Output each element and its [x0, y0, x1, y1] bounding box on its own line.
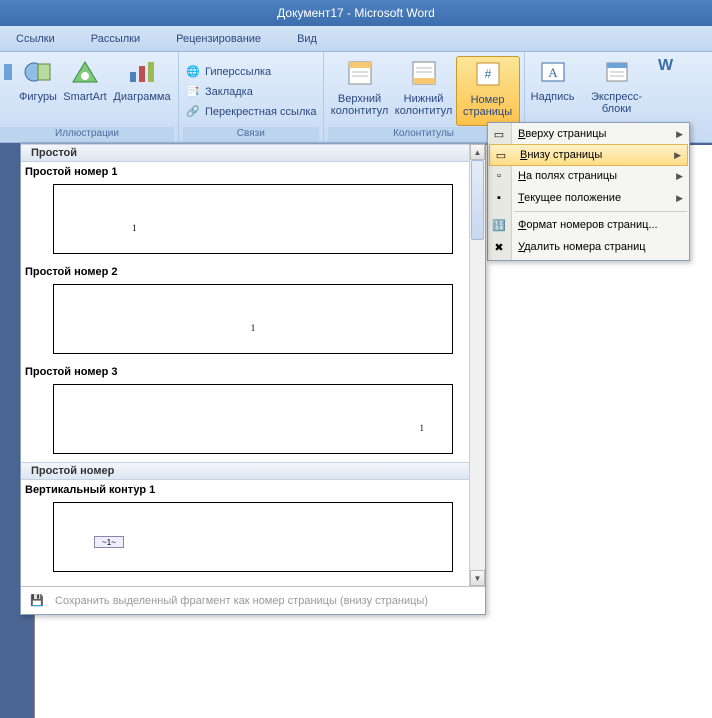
tab-references[interactable]: Ссылки [4, 29, 67, 49]
tab-review[interactable]: Рецензирование [164, 29, 273, 49]
crossref-button[interactable]: 🔗 Перекрестная ссылка [183, 103, 319, 121]
gallery-item-simple1[interactable]: 1 [53, 184, 453, 254]
hyperlink-label: Гиперссылка [205, 64, 271, 80]
chart-label: Диаграмма [113, 91, 170, 103]
format-icon: 🔢 [491, 217, 507, 233]
crossref-label: Перекрестная ссылка [205, 104, 317, 120]
preview-number: 1 [420, 423, 425, 433]
svg-text:A: A [548, 65, 558, 80]
footer-icon [411, 60, 437, 89]
gallery-item-simple1-label: Простой номер 1 [21, 162, 469, 182]
bookmark-icon: 📑 [185, 84, 201, 100]
gallery-category-simplenum: Простой номер [21, 462, 469, 480]
menu-page-margins[interactable]: ▫ На полях страницы ▶ [488, 165, 689, 187]
gallery-item-simple2-label: Простой номер 2 [21, 262, 469, 282]
header-icon [347, 60, 373, 89]
header-label: Верхний колонтитул [331, 93, 389, 117]
gallery-item-simple2[interactable]: 1 [53, 284, 453, 354]
scroll-down-button[interactable]: ▼ [470, 570, 485, 586]
group-links: 🌐 Гиперссылка 📑 Закладка 🔗 Перекрестная … [179, 52, 324, 142]
svg-text:#: # [484, 67, 491, 81]
submenu-arrow-icon: ▶ [676, 171, 683, 182]
titlebar: Документ17 - Microsoft Word [0, 0, 712, 26]
footer-button[interactable]: Нижний колонтитул [392, 56, 456, 126]
tab-view[interactable]: Вид [285, 29, 329, 49]
textbox-icon: A [540, 60, 566, 87]
gallery-item-vert1[interactable]: ~1~ [53, 502, 453, 572]
preview-number: 1 [251, 323, 256, 333]
wordart-button[interactable]: W W [657, 56, 675, 126]
gallery-category-simple: Простой [21, 144, 469, 162]
wordart-icon: W [658, 60, 673, 72]
hyperlink-button[interactable]: 🌐 Гиперссылка [183, 63, 319, 81]
submenu-arrow-icon: ▶ [676, 193, 683, 204]
preview-number-boxed: ~1~ [94, 536, 124, 548]
scroll-thumb[interactable] [471, 160, 484, 240]
bookmark-button[interactable]: 📑 Закладка [183, 83, 319, 101]
submenu-arrow-icon: ▶ [676, 129, 683, 140]
pagenumber-button[interactable]: # Номер страницы [456, 56, 520, 126]
menu-format-numbers[interactable]: 🔢 Формат номеров страниц... [488, 214, 689, 236]
scroll-up-button[interactable]: ▲ [470, 144, 485, 160]
quickparts-icon [604, 60, 630, 87]
preview-number: 1 [132, 223, 137, 233]
quickparts-button[interactable]: Экспресс-блоки [577, 56, 657, 126]
smartart-button[interactable]: SmartArt [60, 56, 110, 126]
page-top-icon: ▭ [491, 126, 507, 142]
quickparts-label: Экспресс-блоки [581, 91, 653, 115]
tab-mailings[interactable]: Рассылки [79, 29, 152, 49]
textbox-button[interactable]: A Надпись [529, 56, 577, 126]
group-illustrations: Фигуры SmartArt Диаграмма Иллюстрации [0, 52, 179, 142]
header-button[interactable]: Верхний колонтитул [328, 56, 392, 126]
crossref-icon: 🔗 [185, 104, 201, 120]
submenu-arrow-icon: ▶ [674, 150, 681, 161]
page-margins-icon: ▫ [491, 168, 507, 184]
page-bottom-icon: ▭ [493, 147, 509, 163]
menu-current-position[interactable]: ▪ Текущее положение ▶ [488, 187, 689, 209]
gallery-item-simple3[interactable]: 1 [53, 384, 453, 454]
gallery-item-simple3-label: Простой номер 3 [21, 362, 469, 382]
shapes-icon [4, 60, 12, 87]
shapes-button[interactable] [0, 56, 16, 126]
hyperlink-icon: 🌐 [185, 64, 201, 80]
remove-icon: ✖ [491, 239, 507, 255]
save-fragment-icon: 💾 [27, 591, 47, 611]
shapes-button-2[interactable]: Фигуры [16, 56, 60, 126]
current-position-icon: ▪ [491, 190, 507, 206]
menu-bottom-of-page[interactable]: ▭ Внизу страницы ▶ [489, 144, 688, 166]
window-title: Документ17 - Microsoft Word [277, 6, 435, 20]
gallery-item-vert1-label: Вертикальный контур 1 [21, 480, 469, 500]
pagenumber-label: Номер страницы [461, 94, 515, 118]
pagenumber-menu: ▭ Вверху страницы ▶ ▭ Внизу страницы ▶ ▫… [487, 122, 690, 261]
textbox-label: Надпись [531, 91, 575, 103]
bookmark-label: Закладка [205, 84, 253, 100]
shapes-icon-2 [24, 60, 52, 87]
ribbon-tabs: Ссылки Рассылки Рецензирование Вид [0, 26, 712, 52]
gallery-save-label: Сохранить выделенный фрагмент как номер … [55, 595, 428, 607]
menu-remove-numbers[interactable]: ✖ Удалить номера страниц [488, 236, 689, 258]
gallery-scrollbar[interactable]: ▲ ▼ [469, 144, 485, 586]
chart-icon [128, 60, 156, 87]
smartart-icon [71, 60, 99, 87]
pagenumber-icon: # [475, 61, 501, 90]
page-number-gallery: Простой Простой номер 1 1 Простой номер … [20, 143, 486, 615]
shapes-label: Фигуры [19, 91, 57, 103]
group-links-label: Связи [183, 127, 319, 142]
smartart-label: SmartArt [63, 91, 106, 103]
chart-button[interactable]: Диаграмма [110, 56, 174, 126]
gallery-save-selection: 💾 Сохранить выделенный фрагмент как номе… [21, 586, 485, 614]
menu-top-of-page[interactable]: ▭ Вверху страницы ▶ [488, 123, 689, 145]
group-illustrations-label: Иллюстрации [0, 127, 174, 142]
footer-label: Нижний колонтитул [395, 93, 453, 117]
